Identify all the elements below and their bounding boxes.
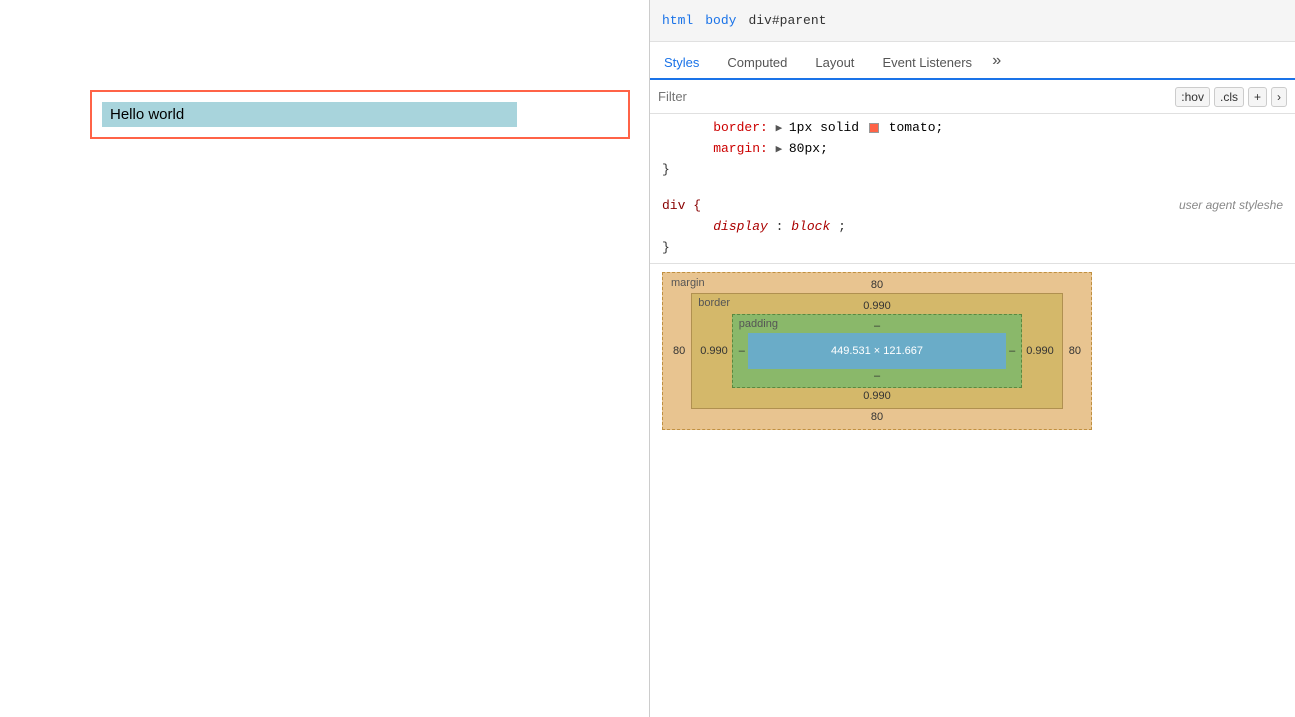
css-selector-div: div { xyxy=(662,198,701,213)
border-middle-row: 0.990 padding – – 449.531 × 121. xyxy=(696,314,1058,388)
border-box: border 0.990 0.990 padding – xyxy=(691,293,1063,409)
tab-more[interactable]: » xyxy=(986,44,1008,78)
border-color-swatch[interactable] xyxy=(869,123,879,133)
breadcrumb: html body div#parent xyxy=(650,0,1295,42)
css-rule-2-selector: user agent styleshe div { xyxy=(662,196,1283,217)
display-colon: : xyxy=(776,219,784,234)
content-row: – 449.531 × 121.667 – xyxy=(736,333,1018,369)
border-value-text: 1px solid xyxy=(789,120,867,135)
padding-right-value: – xyxy=(1006,345,1018,357)
margin-value: 80px; xyxy=(789,141,828,156)
css-rules-panel: border: ▶ 1px solid tomato; margin: ▶ 80… xyxy=(650,114,1295,263)
preview-panel: Hello world xyxy=(0,0,650,717)
rule-2-source: user agent styleshe xyxy=(1179,196,1283,215)
margin-right-value: 80 xyxy=(1063,345,1087,357)
close-brace-1: } xyxy=(662,162,670,177)
filter-input[interactable] xyxy=(658,89,1169,104)
margin-property-name: margin: xyxy=(662,141,768,156)
margin-left-value: 80 xyxy=(667,345,691,357)
css-rule-2: user agent styleshe div { display : bloc… xyxy=(650,192,1295,262)
css-margin-property: margin: ▶ 80px; xyxy=(662,139,1283,160)
border-right-value: 0.990 xyxy=(1022,345,1058,357)
filter-bar: :hov .cls + › xyxy=(650,80,1295,114)
padding-bottom-value: – xyxy=(736,369,1018,384)
margin-middle-row: 80 border 0.990 0.990 padding – xyxy=(667,293,1087,409)
filter-actions: :hov .cls + › xyxy=(1175,87,1287,107)
hov-button[interactable]: :hov xyxy=(1175,87,1210,107)
box-model-section: margin 80 80 border 0.990 0.990 padding xyxy=(650,263,1295,442)
hello-text: Hello world xyxy=(102,102,517,127)
breadcrumb-parent[interactable]: div#parent xyxy=(748,13,826,28)
border-top-value: 0.990 xyxy=(696,298,1058,314)
padding-left-value: – xyxy=(736,345,748,357)
tab-computed[interactable]: Computed xyxy=(713,47,801,80)
margin-expand[interactable]: ▶ xyxy=(776,144,789,156)
add-style-button[interactable]: + xyxy=(1248,87,1267,107)
css-rule-2-close: } xyxy=(662,238,1283,259)
display-property-name: display xyxy=(662,219,768,234)
padding-top-value: – xyxy=(736,318,1018,333)
close-brace-2: } xyxy=(662,240,670,255)
margin-bottom-value: 80 xyxy=(667,409,1087,425)
css-border-property: border: ▶ 1px solid tomato; xyxy=(662,118,1283,139)
tab-event-listeners[interactable]: Event Listeners xyxy=(868,47,986,80)
tab-layout[interactable]: Layout xyxy=(801,47,868,80)
css-rule-close: } xyxy=(662,160,1283,181)
tab-styles[interactable]: Styles xyxy=(650,47,713,80)
cls-button[interactable]: .cls xyxy=(1214,87,1244,107)
breadcrumb-body[interactable]: body xyxy=(705,13,736,28)
devtools-panel: html body div#parent Styles Computed Lay… xyxy=(650,0,1295,717)
css-rule-1: border: ▶ 1px solid tomato; margin: ▶ 80… xyxy=(650,114,1295,184)
tabs-bar: Styles Computed Layout Event Listeners » xyxy=(650,42,1295,80)
content-box: 449.531 × 121.667 xyxy=(748,333,1006,369)
display-semi: ; xyxy=(838,219,846,234)
margin-box: margin 80 80 border 0.990 0.990 padding xyxy=(662,272,1092,430)
padding-label: padding xyxy=(739,318,778,330)
more-styles-button[interactable]: › xyxy=(1271,87,1287,107)
display-value: block xyxy=(791,219,830,234)
border-bottom-value: 0.990 xyxy=(696,388,1058,404)
content-size: 449.531 × 121.667 xyxy=(831,345,923,357)
border-color-name: tomato; xyxy=(889,120,944,135)
margin-top-value: 80 xyxy=(667,277,1087,293)
border-property-name: border: xyxy=(662,120,768,135)
padding-box: padding – – 449.531 × 121.667 – xyxy=(732,314,1022,388)
css-display-property: display : block ; xyxy=(662,217,1283,238)
breadcrumb-html[interactable]: html xyxy=(662,13,693,28)
border-label: border xyxy=(698,297,730,309)
border-left-value: 0.990 xyxy=(696,345,732,357)
margin-label: margin xyxy=(671,277,705,289)
parent-div: Hello world xyxy=(90,90,630,139)
border-expand[interactable]: ▶ xyxy=(776,123,789,135)
preview-content: Hello world xyxy=(90,90,639,707)
